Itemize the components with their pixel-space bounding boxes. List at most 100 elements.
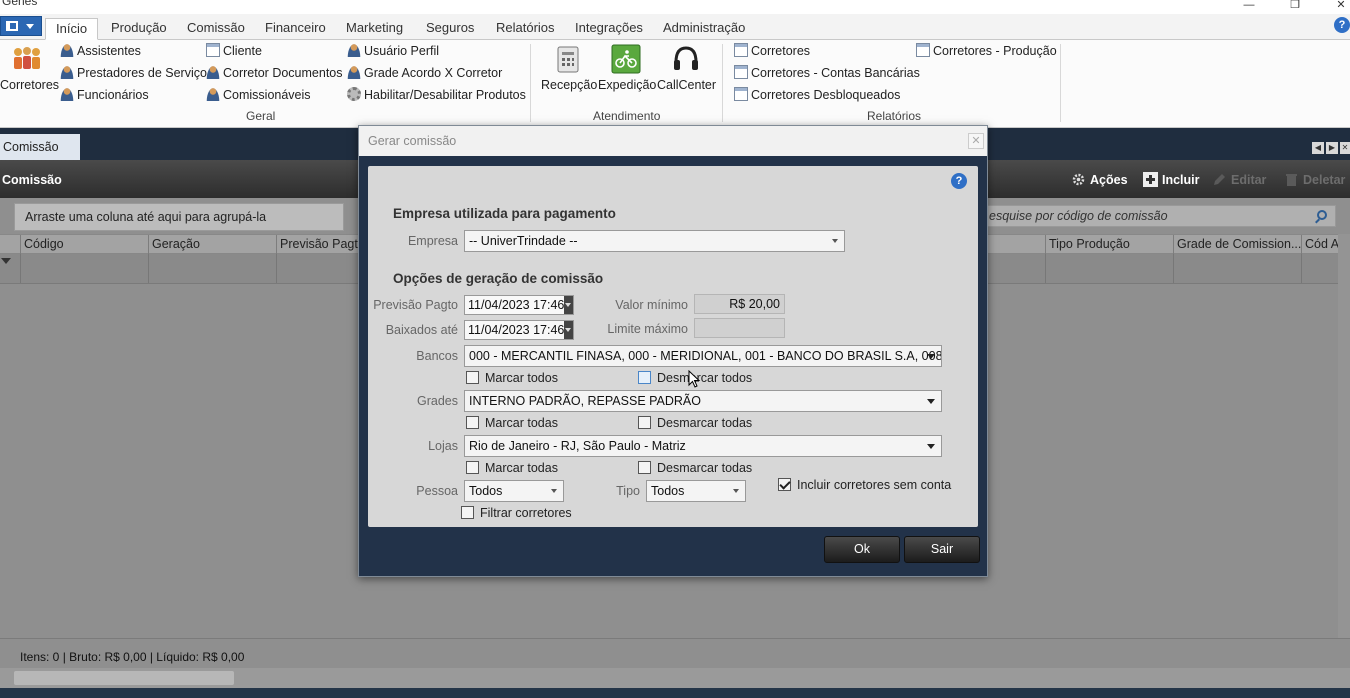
prestadores-item[interactable]: Prestadores de Serviço [60,64,207,82]
filter-cell[interactable] [276,254,358,283]
checkbox[interactable] [466,416,479,429]
card-icon [206,43,220,57]
bancos-marcar-todos[interactable]: Marcar todos [466,371,558,387]
close-icon[interactable]: ✕ [968,133,984,149]
expedicao-button[interactable]: Expedição [598,44,656,92]
rel-producao-item[interactable]: Corretores - Produção [916,42,1057,60]
tipo-select[interactable]: Todos [646,480,746,502]
bancos-marcar-label: Marcar todos [485,371,558,385]
incluir-sem-conta-checkbox[interactable]: Incluir corretores sem conta [778,478,951,494]
filter-cell[interactable] [1301,254,1341,283]
search-icon[interactable] [1317,210,1327,220]
rel-contas-bancarias-item[interactable]: Corretores - Contas Bancárias [734,64,920,82]
tab-close-icon[interactable]: ✕ [1340,142,1350,154]
col-codigo[interactable]: Código [20,235,148,254]
col-cod-a[interactable]: Cód A [1301,235,1341,254]
grid-search-input[interactable]: esquise por código de comissão [986,205,1336,227]
tab-inicio[interactable]: Início [45,18,99,40]
corretor-documentos-item[interactable]: Corretor Documentos [206,64,343,82]
chevron-down-icon [832,239,838,243]
filtrar-corretores-checkbox[interactable]: Filtrar corretores [461,506,572,522]
filter-icon[interactable] [1,258,11,264]
grades-marcar-todas[interactable]: Marcar todas [466,416,558,432]
filter-cell[interactable] [1173,254,1301,283]
pessoa-select[interactable]: Todos [464,480,564,502]
group-by-panel[interactable]: Arraste uma coluna até aqui para agrupá-… [14,203,344,231]
scroll-thumb[interactable] [14,671,234,685]
col-tipo-producao[interactable]: Tipo Produção [1045,235,1173,254]
minimize-button[interactable]: — [1240,0,1258,12]
ok-button[interactable]: Ok [824,536,900,563]
help-icon[interactable]: ? [1334,17,1350,33]
checkbox-checked[interactable] [778,478,791,491]
help-icon[interactable]: ? [951,173,967,189]
tab-relatorios[interactable]: Relatórios [494,18,557,40]
lojas-desmarcar-todas[interactable]: Desmarcar todas [638,461,752,477]
corretores-big-button[interactable]: Corretores [0,44,59,92]
sair-button[interactable]: Sair [904,536,980,563]
grades-label: Grades [417,394,458,408]
vertical-scrollbar[interactable] [1338,234,1350,638]
checkbox[interactable] [466,371,479,384]
filter-cell[interactable] [148,254,276,283]
incluir-button[interactable]: Incluir [1143,172,1200,187]
col-grade-comissionamento[interactable]: Grade de Comission... [1173,235,1301,254]
filter-cell[interactable] [20,254,148,283]
previsao-value: 11/04/2023 17:46 [468,298,565,312]
deletar-button[interactable]: Deletar [1284,172,1345,187]
tab-marketing[interactable]: Marketing [344,18,405,40]
checkbox[interactable] [638,371,651,384]
gear-icon [347,87,361,101]
bicycle-icon [611,44,641,74]
tab-financeiro[interactable]: Financeiro [263,18,328,40]
tab-integracoes[interactable]: Integrações [573,18,645,40]
date-dropdown-icon[interactable] [564,296,573,314]
rel-desbloqueados-item[interactable]: Corretores Desbloqueados [734,86,900,104]
lojas-marcar-todas[interactable]: Marcar todas [466,461,558,477]
valor-minimo-input[interactable]: R$ 20,00 [694,294,785,314]
checkbox[interactable] [466,461,479,474]
module-title: Comissão [2,173,62,187]
checkbox[interactable] [461,506,474,519]
tab-comissao[interactable]: Comissão [185,18,247,40]
tab-scroll-left-icon[interactable]: ◀ [1312,142,1324,154]
horizontal-scrollbar[interactable] [0,668,1350,688]
acoes-button[interactable]: Ações [1071,172,1128,187]
close-window-button[interactable]: ✕ [1332,0,1350,12]
grades-desmarcar-todas[interactable]: Desmarcar todas [638,416,752,432]
tab-producao[interactable]: Produção [109,18,169,40]
date-dropdown-icon[interactable] [564,321,573,339]
tab-administracao[interactable]: Administração [661,18,747,40]
usuario-perfil-item[interactable]: Usuário Perfil [347,42,439,60]
tab-scroll-right-icon[interactable]: ▶ [1326,142,1338,154]
bancos-select[interactable]: 000 - MERCANTIL FINASA, 000 - MERIDIONAL… [464,345,942,367]
col-geracao[interactable]: Geração [148,235,276,254]
baixados-date-input[interactable]: 11/04/2023 17:46 [464,320,574,340]
funcionarios-item[interactable]: Funcionários [60,86,149,104]
habilitar-produtos-item[interactable]: Habilitar/Desabilitar Produtos [347,86,526,104]
rel-corretores-item[interactable]: Corretores [734,42,810,60]
doc-tab-comissao[interactable]: Comissão [0,134,80,160]
status-bar: Itens: 0 | Bruto: R$ 0,00 | Líquido: R$ … [0,638,1350,668]
comissionaveis-item[interactable]: Comissionáveis [206,86,311,104]
assistentes-item[interactable]: Assistentes [60,42,141,60]
callcenter-button[interactable]: CallCenter [657,44,716,92]
lojas-select[interactable]: Rio de Janeiro - RJ, São Paulo - Matriz [464,435,942,457]
app-menu-button[interactable] [0,16,42,36]
grade-acordo-item[interactable]: Grade Acordo X Corretor [347,64,502,82]
restore-button[interactable]: ❐ [1286,0,1304,12]
col-previsao-pagto[interactable]: Previsão Pagto [276,235,358,254]
recepcao-button[interactable]: Recepção [541,44,597,92]
checkbox[interactable] [638,416,651,429]
baixados-value: 11/04/2023 17:46 [468,323,565,337]
editar-button[interactable]: Editar [1212,172,1266,187]
cliente-item[interactable]: Cliente [206,42,262,60]
empresa-select[interactable]: -- UniverTrindade -- [464,230,845,252]
checkbox[interactable] [638,461,651,474]
filter-cell[interactable] [1045,254,1173,283]
limite-maximo-input[interactable] [694,318,785,338]
previsao-date-input[interactable]: 11/04/2023 17:46 [464,295,574,315]
section-opcoes-title: Opções de geração de comissão [393,271,604,286]
grades-select[interactable]: INTERNO PADRÃO, REPASSE PADRÃO [464,390,942,412]
tab-seguros[interactable]: Seguros [424,18,476,40]
